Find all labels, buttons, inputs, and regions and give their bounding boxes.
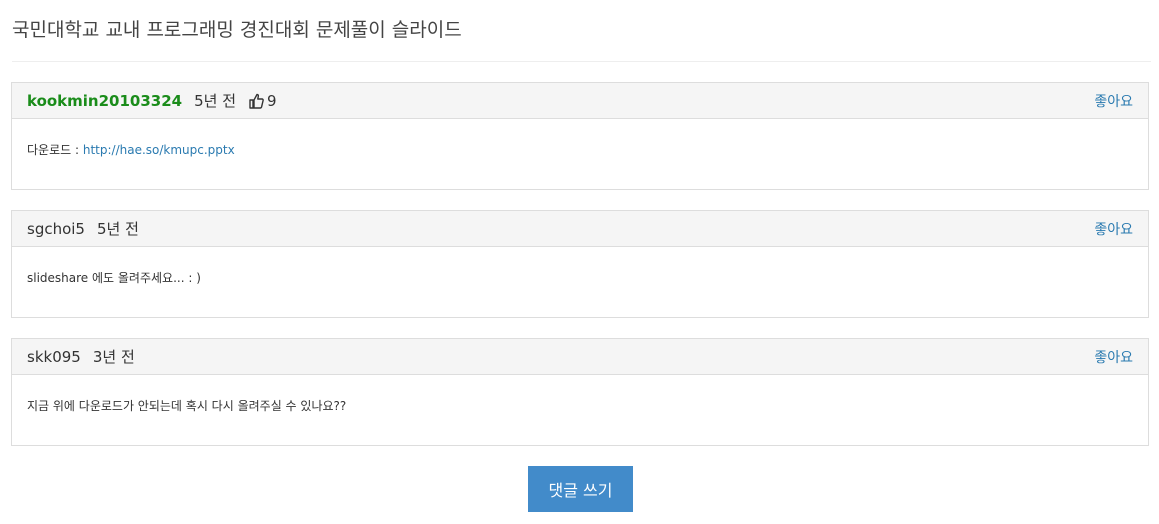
comment-body: 지금 위에 다운로드가 안되는데 혹시 다시 올려주실 수 있나요?? xyxy=(12,375,1148,445)
comment-header: sgchoi5 5년 전 좋아요 xyxy=(12,211,1148,247)
like-button[interactable]: 좋아요 xyxy=(1094,347,1133,367)
comment-author[interactable]: sgchoi5 xyxy=(27,220,85,238)
comment-time: 5년 전 xyxy=(96,220,139,238)
like-count: 9 xyxy=(248,92,277,110)
comment-time: 5년 전 xyxy=(194,92,237,110)
comment-item: skk095 3년 전 좋아요 지금 위에 다운로드가 안되는데 혹시 다시 올… xyxy=(11,338,1149,446)
comment-header: kookmin20103324 5년 전 9 좋아요 xyxy=(12,83,1148,119)
comment-author[interactable]: skk095 xyxy=(27,348,81,366)
page-title: 국민대학교 교내 프로그래밍 경진대회 문제풀이 슬라이드 xyxy=(12,19,462,41)
thumbs-up-icon xyxy=(249,93,264,109)
like-button[interactable]: 좋아요 xyxy=(1094,91,1133,111)
comment-text: 지금 위에 다운로드가 안되는데 혹시 다시 올려주실 수 있나요?? xyxy=(27,399,347,413)
comment-text: slideshare 에도 올려주세요... : ) xyxy=(27,271,201,285)
comment-header: skk095 3년 전 좋아요 xyxy=(12,339,1148,375)
title-divider xyxy=(12,61,1151,62)
comment-item: sgchoi5 5년 전 좋아요 slideshare 에도 올려주세요... … xyxy=(11,210,1149,318)
comment-body: slideshare 에도 올려주세요... : ) xyxy=(12,247,1148,317)
like-count-value: 9 xyxy=(267,91,277,110)
comment-time: 3년 전 xyxy=(92,348,135,366)
comment-text: 다운로드 : xyxy=(27,143,83,157)
comment-body: 다운로드 : http://hae.so/kmupc.pptx xyxy=(12,119,1148,189)
comment-item: kookmin20103324 5년 전 9 좋아요 다운로드 : http:/… xyxy=(11,82,1149,190)
comment-author[interactable]: kookmin20103324 xyxy=(27,92,182,110)
write-comment-button[interactable]: 댓글 쓰기 xyxy=(528,466,633,512)
download-link[interactable]: http://hae.so/kmupc.pptx xyxy=(83,143,235,157)
like-button[interactable]: 좋아요 xyxy=(1094,219,1133,239)
